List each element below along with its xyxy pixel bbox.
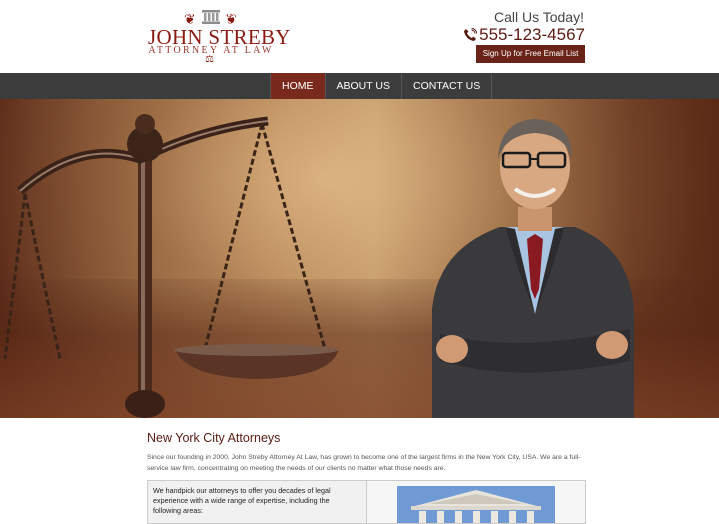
- intro-paragraph: Since our founding in 2000, John Streby …: [147, 454, 581, 472]
- site-header: ❦ ❦ JOHN STREBY ATTORNEY AT LAW ⚖ Call U…: [0, 0, 719, 73]
- call-us-text: Call Us Today!: [493, 9, 584, 25]
- page-title: New York City Attorneys: [147, 431, 281, 445]
- phone-icon: [464, 28, 478, 41]
- nav-item-about-us[interactable]: ABOUT US: [324, 73, 401, 99]
- nav-item-contact-us[interactable]: CONTACT US: [400, 73, 493, 99]
- expertise-image-panel: [367, 481, 585, 523]
- attorney-photo: [432, 119, 634, 418]
- phone-number-text: 555-123-4567: [479, 25, 585, 44]
- main-nav: HOME ABOUT US CONTACT US: [0, 73, 719, 99]
- nav-item-home[interactable]: HOME: [270, 73, 325, 99]
- pillar-icon: [202, 10, 220, 24]
- courthouse-image: [397, 486, 555, 523]
- hero-banner: [0, 99, 719, 418]
- phone-number[interactable]: 555-123-4567: [463, 25, 585, 45]
- expertise-text-panel: We handpick our attorneys to offer you d…: [148, 481, 367, 523]
- scale-icon: ⚖: [205, 54, 214, 65]
- hero-illustration: [3, 114, 634, 418]
- scales-of-justice-image: [3, 114, 338, 418]
- expertise-text: We handpick our attorneys to offer you d…: [153, 486, 331, 515]
- expertise-box: We handpick our attorneys to offer you d…: [147, 480, 586, 524]
- email-signup-button[interactable]: Sign Up for Free Email List: [476, 45, 585, 63]
- site-logo[interactable]: ❦ ❦ JOHN STREBY ATTORNEY AT LAW ⚖: [148, 8, 290, 65]
